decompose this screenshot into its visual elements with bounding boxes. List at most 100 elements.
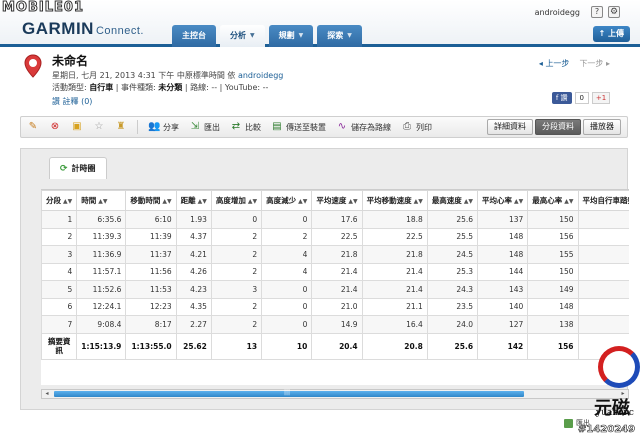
sort-icon: ▲▼ [514,198,524,205]
table-row[interactable]: 79:08.48:172.272014.916.424.01271386 [41,315,629,334]
splits-view-button[interactable]: 分段資料 [535,119,581,135]
event-prefix: | 事件種類: [115,83,156,92]
comment-link[interactable]: 註釋 [63,97,79,106]
facebook-like-button[interactable]: f 讚 [551,92,572,104]
cell: 9:08.4 [76,315,127,334]
table-row[interactable]: 311:36.911:374.212421.821.824.51481558 [41,245,629,264]
splits-table-container: 分段 ▲▼ 時間 ▲▼ 移動時間 ▲▼ 距離 ▲▼ 高度增加 ▲▼ 高度減少 ▲▼ 平均速度… [41,189,629,385]
col-header-avg-moving-speed[interactable]: 平均移動速度 ▲▼ [361,190,428,211]
cell: 150 [527,262,579,281]
table-row[interactable]: 411:57.111:564.262421.421.425.31441508 [41,262,629,281]
save-as-route-button[interactable]: ∿ 儲存為路線 [336,121,391,133]
prev-activity-link[interactable]: ◂ 上一步 [539,58,570,69]
logo-main: GARMIN [22,19,94,38]
gear-icon[interactable]: ⚙ [608,6,620,18]
col-header-avg-hr[interactable]: 平均心率 ▲▼ [477,190,529,211]
nav-tab-analysis[interactable]: 分析 ▼ [220,25,265,47]
table-row[interactable]: 612:24.112:234.352021.021.123.51401488 [41,297,629,316]
cell: 6:10 [125,210,177,229]
nav-tab-label: 分析 [230,31,246,40]
sort-icon: ▲▼ [564,198,574,205]
cell: 155 [527,245,579,264]
activity-title[interactable]: 未命名 [52,52,88,69]
cell: 11:39 [125,227,177,246]
nav-tab-dashboard[interactable]: 主控台 [172,25,216,47]
col-header-max-speed[interactable]: 最高速度 ▲▼ [426,190,479,211]
tab-laps[interactable]: ⟳ 計時圈 [49,157,107,179]
delete-icon[interactable]: ⊗ [49,121,61,133]
activity-toolbar: ✎ ⊗ ▣ ☆ ♜ 👥 分享 ⇲ 匯出 ⇄ 比較 ▤ 傳送至裝置 ∿ 儲存為路線 ⎙ 列印 … [20,116,628,138]
nav-tab-label: 規劃 [278,31,295,40]
cell: 2 [210,262,263,281]
print-button[interactable]: ⎙ 列印 [401,121,432,133]
cell: 14.9 [311,315,363,334]
table-row[interactable]: 211:39.311:394.372222.522.525.51481568 [41,227,629,246]
cell: 17.6 [311,210,363,229]
edit-icon[interactable]: ✎ [27,121,39,133]
activity-user-link[interactable]: androidegg [238,71,283,80]
cell: 4 [261,245,313,264]
scrollbar-thumb[interactable]: ||| [54,389,524,397]
cell: 16.4 [361,315,428,334]
col-header-avg-speed[interactable]: 平均速度 ▲▼ [311,190,363,211]
col-header-max-hr[interactable]: 最高心率 ▲▼ [527,190,579,211]
col-header-elev-gain[interactable]: 高度增加 ▲▼ [210,190,263,211]
cell: 4.37 [175,227,212,246]
details-view-button[interactable]: 詳細資料 [487,119,533,135]
compare-button[interactable]: ⇄ 比較 [230,121,261,133]
garmin-connect-logo[interactable]: GARMIN Connect. [22,19,144,39]
privacy-icon[interactable]: ▣ [71,121,83,133]
nav-tab-plan[interactable]: 規劃 ▼ [268,25,314,47]
cell: 25.62 [175,332,212,360]
player-view-button[interactable]: 播放器 [583,119,621,135]
col-header-avg-cadence[interactable]: 平均自行車踏頻 [577,190,629,211]
user-menu[interactable]: androidegg [535,8,580,17]
horizontal-scrollbar[interactable]: ◂ ||| ▸ [41,389,629,399]
cell: 11:36.9 [76,245,127,264]
cell: 8 [577,297,629,316]
col-header-distance[interactable]: 距離 ▲▼ [175,190,212,211]
cell: 8 [577,227,629,246]
table-header-row: 分段 ▲▼ 時間 ▲▼ 移動時間 ▲▼ 距離 ▲▼ 高度增加 ▲▼ 高度減少 ▲▼ 平均速度… [41,190,629,211]
cell: 4.23 [175,280,212,299]
cell: 140 [477,297,529,316]
col-header-moving-time[interactable]: 移動時間 ▲▼ [125,190,177,211]
event-type-value[interactable]: 未分類 [158,83,182,92]
map-pin-icon [24,54,42,78]
col-header-time[interactable]: 時間 ▲▼ [76,190,127,211]
printer-icon: ⎙ [403,121,411,132]
cell: 1.93 [175,210,212,229]
col-header-label: 平均自行車踏頻 [582,196,629,205]
star-icon[interactable]: ☆ [93,121,105,133]
yuanci-watermark-en: yuanci c [596,408,634,418]
col-header-lap[interactable]: 分段 ▲▼ [41,190,78,211]
send-to-device-button[interactable]: ▤ 傳送至裝置 [271,121,326,133]
cell: 2 [210,315,263,334]
toolbar-divider [137,120,138,134]
cell: 21.4 [361,262,428,281]
badge-icon[interactable]: ♜ [115,121,127,133]
mobile01-watermark: MOBILE01 [2,0,84,16]
scroll-left-icon[interactable]: ◂ [42,390,52,398]
export-button[interactable]: ⇲ 匯出 [189,121,220,133]
table-row[interactable]: 16:35.66:101.930017.618.825.61371507 [41,210,629,229]
cell: 11:57.1 [76,262,127,281]
nav-tab-explore[interactable]: 探索 ▼ [317,25,362,47]
summary-label: 摘要資訊 [41,332,78,360]
upload-button[interactable]: ↑ 上傳 [592,26,630,42]
col-header-elev-loss[interactable]: 高度減少 ▲▼ [261,190,313,211]
cell: 2 [210,245,263,264]
help-icon[interactable]: ? [591,6,603,18]
activity-summary: 未命名 星期日, 七月 21, 2013 4:31 下午 中原標準時間 依 an… [20,52,620,112]
sort-icon: ▲▼ [197,198,207,205]
summary-row: 摘要資訊 1:15:13.9 1:13:55.0 25.62 13 10 20.4 20.8 2… [41,332,629,360]
compare-label: 比較 [245,122,261,132]
google-plus-button[interactable]: +1 [592,92,610,104]
export-icon: ⇲ [190,121,200,132]
like-link[interactable]: 讚 [52,97,60,106]
cell: 8 [577,245,629,264]
table-row[interactable]: 511:52.611:534.233021.421.424.31431498 [41,280,629,299]
share-button[interactable]: 👥 分享 [148,121,179,133]
activity-type-value[interactable]: 自行車 [89,83,113,92]
yuanci-logo [598,346,640,388]
